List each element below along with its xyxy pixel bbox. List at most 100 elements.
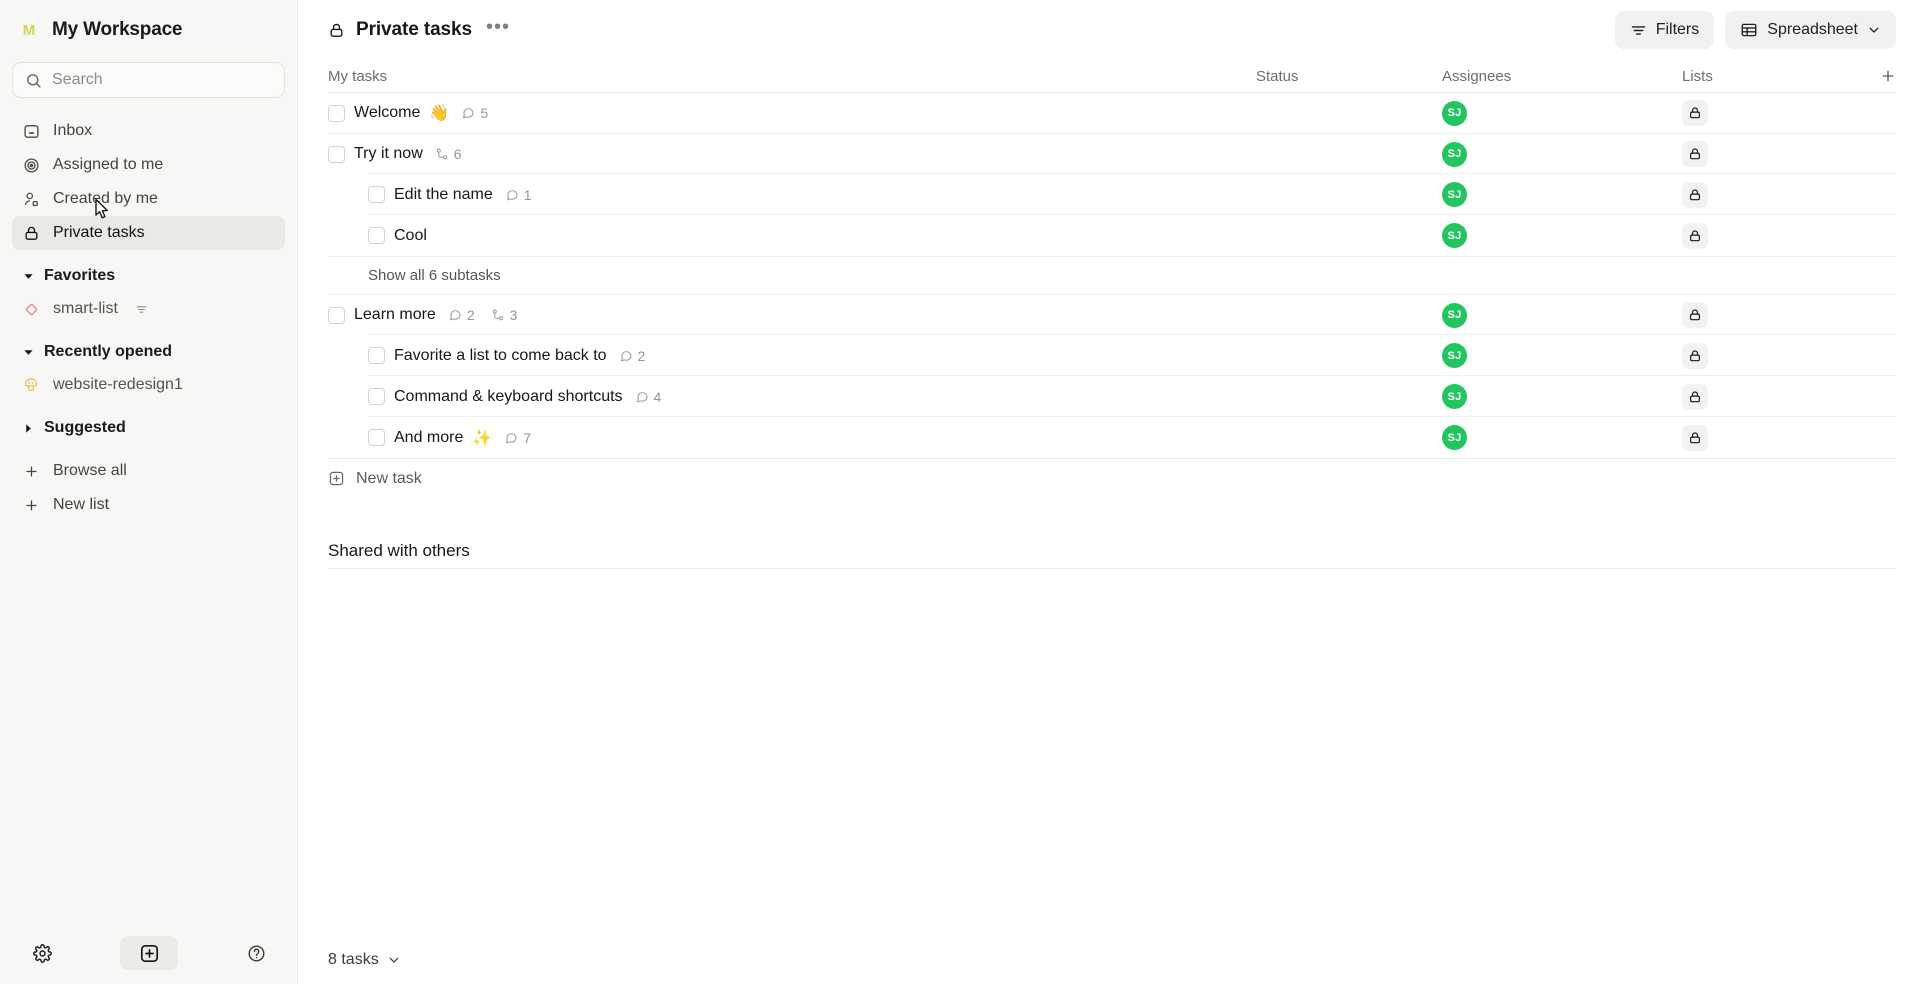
- task-checkbox[interactable]: [328, 104, 345, 122]
- task-checkbox[interactable]: [368, 227, 385, 244]
- section-favorites[interactable]: Favorites: [12, 260, 285, 292]
- section-label: Suggested: [44, 419, 126, 436]
- search-input[interactable]: Search: [12, 62, 285, 98]
- column-header-status[interactable]: Status: [1256, 68, 1442, 85]
- avatar[interactable]: SJ: [1442, 141, 1467, 167]
- task-checkbox[interactable]: [368, 347, 385, 364]
- task-assignees[interactable]: SJ: [1442, 182, 1682, 207]
- add-column-button[interactable]: [1862, 68, 1896, 84]
- plus-icon: [22, 464, 40, 479]
- filters-button[interactable]: Filters: [1614, 11, 1715, 49]
- help-circle-icon: [247, 944, 266, 963]
- chevron-down-icon: [22, 347, 34, 358]
- browse-all-button[interactable]: Browse all: [12, 454, 285, 488]
- target-icon: [22, 156, 40, 174]
- task-assignees[interactable]: SJ: [1442, 425, 1682, 450]
- task-lists[interactable]: [1682, 302, 1862, 328]
- sidebar-item-smart-list[interactable]: smart-list: [12, 292, 285, 326]
- sidebar-item-inbox[interactable]: Inbox: [12, 114, 285, 148]
- task-lists[interactable]: [1682, 222, 1862, 249]
- table-row[interactable]: Learn more 2 3 SJ: [328, 294, 1896, 335]
- comment-count: 7: [504, 430, 531, 446]
- lock-icon[interactable]: [1682, 342, 1708, 369]
- app-root: M My Workspace Search Inbox Assigned to …: [0, 0, 1920, 984]
- settings-button[interactable]: [22, 936, 62, 970]
- create-button[interactable]: [120, 936, 178, 970]
- shared-with-others-group: Shared with others: [328, 534, 1896, 569]
- avatar[interactable]: SJ: [1442, 182, 1467, 207]
- task-checkbox[interactable]: [368, 429, 385, 446]
- spreadsheet-icon: [1740, 21, 1758, 39]
- section-suggested[interactable]: Suggested: [12, 412, 285, 444]
- more-options-button[interactable]: •••: [483, 17, 513, 42]
- inbox-icon: [22, 122, 40, 140]
- task-assignees[interactable]: SJ: [1442, 343, 1682, 368]
- avatar[interactable]: SJ: [1442, 343, 1467, 368]
- group-title[interactable]: Shared with others: [328, 534, 1896, 568]
- sidebar-item-private-tasks[interactable]: Private tasks: [12, 216, 285, 250]
- table-row[interactable]: Favorite a list to come back to 2 SJ: [328, 334, 1896, 376]
- new-task-label: New task: [356, 469, 422, 487]
- new-task-button[interactable]: New task: [328, 458, 1896, 498]
- task-name: Cool: [394, 226, 427, 244]
- task-count-button[interactable]: 8 tasks: [328, 951, 401, 969]
- task-checkbox[interactable]: [368, 388, 385, 405]
- task-lists[interactable]: [1682, 424, 1862, 451]
- task-assignees[interactable]: SJ: [1442, 100, 1682, 126]
- new-list-button[interactable]: New list: [12, 488, 285, 522]
- workspace-name: My Workspace: [52, 19, 183, 40]
- comment-count-value: 2: [466, 307, 475, 323]
- chevron-right-icon: [22, 423, 34, 434]
- user-edit-icon: [22, 190, 40, 208]
- lock-icon[interactable]: [1682, 302, 1708, 328]
- lock-icon[interactable]: [1682, 100, 1708, 126]
- task-lists[interactable]: [1682, 383, 1862, 410]
- avatar[interactable]: SJ: [1442, 384, 1467, 409]
- task-checkbox[interactable]: [368, 186, 385, 203]
- lock-icon[interactable]: [1682, 181, 1708, 208]
- task-checkbox[interactable]: [328, 306, 345, 324]
- lock-icon[interactable]: [1682, 424, 1708, 451]
- sidebar-item-created-by-me[interactable]: Created by me: [12, 182, 285, 216]
- table-row[interactable]: Try it now 6 SJ: [328, 133, 1896, 174]
- column-header-lists[interactable]: Lists: [1682, 68, 1862, 85]
- chevron-down-icon: [387, 953, 401, 967]
- column-header-name[interactable]: My tasks: [328, 68, 1256, 85]
- table-row[interactable]: Welcome 👋 5 SJ: [328, 92, 1896, 133]
- lock-icon[interactable]: [1682, 222, 1708, 249]
- avatar[interactable]: SJ: [1442, 100, 1467, 126]
- sidebar-item-website-redesign1[interactable]: website-redesign1: [12, 368, 285, 402]
- table-header: My tasks Status Assignees Lists: [328, 60, 1896, 92]
- avatar[interactable]: SJ: [1442, 425, 1467, 450]
- view-switcher-button[interactable]: Spreadsheet: [1725, 11, 1896, 49]
- task-lists[interactable]: [1682, 181, 1862, 208]
- help-button[interactable]: [236, 936, 276, 970]
- task-assignees[interactable]: SJ: [1442, 384, 1682, 409]
- task-assignees[interactable]: SJ: [1442, 302, 1682, 328]
- lock-icon[interactable]: [1682, 141, 1708, 167]
- task-assignees[interactable]: SJ: [1442, 141, 1682, 167]
- task-lists[interactable]: [1682, 141, 1862, 167]
- table-row[interactable]: Cool SJ: [328, 214, 1896, 256]
- column-header-assignees[interactable]: Assignees: [1442, 68, 1682, 85]
- task-assignees[interactable]: SJ: [1442, 223, 1682, 248]
- lock-icon[interactable]: [1682, 383, 1708, 410]
- subtask-count-value: 6: [453, 146, 462, 162]
- filters-label: Filters: [1655, 21, 1700, 38]
- show-all-subtasks-button[interactable]: Show all 6 subtasks: [328, 256, 1896, 294]
- footer-bar: 8 tasks: [298, 936, 1920, 984]
- avatar[interactable]: SJ: [1442, 223, 1467, 248]
- table-row[interactable]: And more ✨ 7 SJ: [328, 416, 1896, 458]
- section-recently-opened[interactable]: Recently opened: [12, 336, 285, 368]
- task-checkbox[interactable]: [328, 145, 345, 163]
- table-row[interactable]: Edit the name 1 SJ: [328, 173, 1896, 215]
- avatar[interactable]: SJ: [1442, 302, 1467, 328]
- workspace-header[interactable]: M My Workspace: [0, 0, 297, 60]
- chevron-down-icon: [1867, 23, 1881, 37]
- filter-icon: [1630, 22, 1647, 39]
- task-lists[interactable]: [1682, 342, 1862, 369]
- sidebar-item-assigned-to-me[interactable]: Assigned to me: [12, 148, 285, 182]
- comment-count: 4: [635, 389, 661, 405]
- task-lists[interactable]: [1682, 100, 1862, 126]
- table-row[interactable]: Command & keyboard shortcuts 4 SJ: [328, 375, 1896, 417]
